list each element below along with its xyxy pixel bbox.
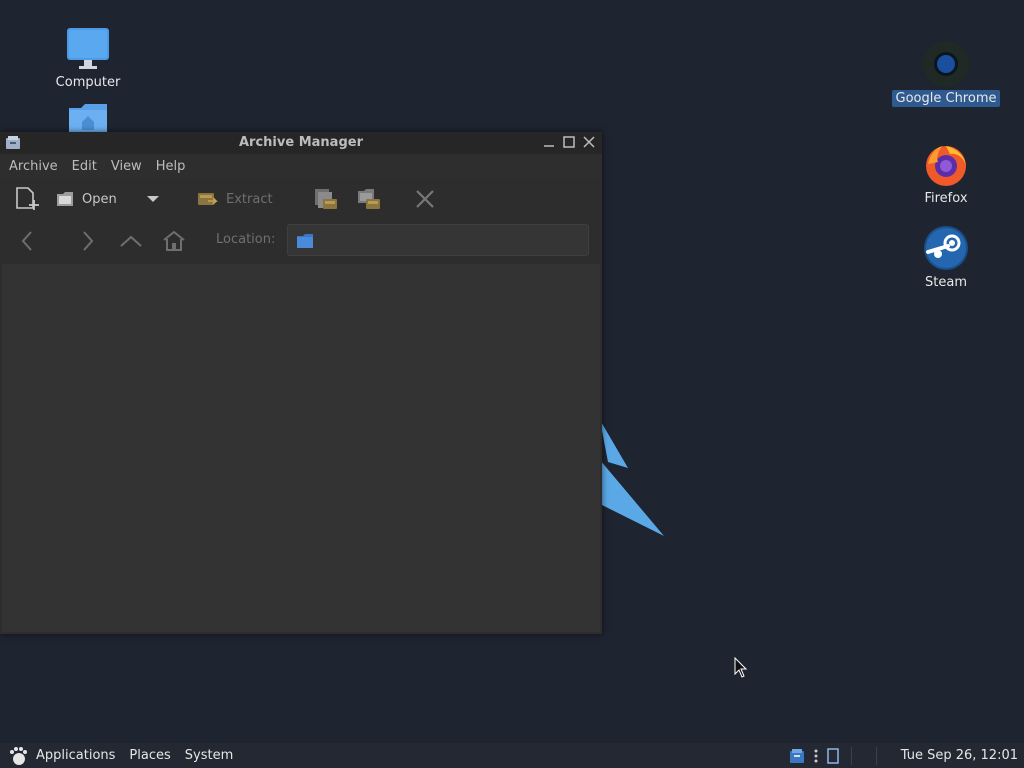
location-input[interactable] [287,224,589,256]
archive-file-list[interactable] [2,264,600,632]
stop-button[interactable] [414,188,436,210]
places-menu[interactable]: Places [129,748,170,763]
desktop-icon-home-folder[interactable] [33,102,143,132]
add-folder-button[interactable] [356,187,382,211]
add-files-icon [315,189,337,209]
desktop-icon-firefox[interactable]: Firefox [891,140,1001,207]
gnome-foot-icon [10,746,27,765]
menu-view[interactable]: View [104,159,149,174]
workspace-switcher[interactable] [827,747,839,764]
desktop-icon-computer[interactable]: Computer [33,24,143,91]
desktop-icon-label: Google Chrome [891,90,1001,107]
desktop-icon-chrome[interactable]: Google Chrome [891,40,1001,107]
home-folder-icon [64,102,112,132]
maximize-button[interactable] [562,134,576,150]
applications-menu-button[interactable]: Applications [8,746,121,766]
firefox-icon [922,140,970,188]
window-title: Archive Manager [239,135,363,150]
panel-handle[interactable] [813,748,819,764]
panel-separator [850,746,852,765]
applications-menu-label: Applications [36,748,116,763]
new-archive-icon [16,187,39,210]
new-archive-button[interactable] [14,186,40,212]
up-button[interactable] [119,229,143,253]
steam-icon [922,224,970,272]
close-icon [583,136,595,148]
menu-help[interactable]: Help [149,159,193,174]
desktop-icon-label: Firefox [924,191,968,206]
location-bar: Location: [0,220,602,262]
computer-icon [64,24,112,72]
toolbar: Open Extract [0,178,602,220]
maximize-icon [563,136,575,148]
minimize-icon [544,145,554,147]
desktop: Computer Google Chrome Firefox Steam Arc… [0,0,1024,768]
stop-icon [416,190,434,208]
add-files-button[interactable] [313,187,339,211]
menu-edit[interactable]: Edit [65,159,104,174]
folder-icon [296,234,314,252]
mouse-pointer-icon [734,657,748,678]
extract-label: Extract [226,191,273,207]
desktop-icon-steam[interactable]: Steam [891,224,1001,291]
home-button[interactable] [162,229,186,253]
bottom-panel: Applications Places System Tue Sep 26, 1… [0,743,1024,768]
open-dropdown-button[interactable] [146,192,160,206]
extract-button[interactable]: Extract [196,189,273,209]
minimize-button[interactable] [542,134,556,150]
window-titlebar[interactable]: Archive Manager [0,132,602,154]
home-icon [163,230,185,251]
forward-button[interactable] [76,229,100,253]
workspace-icon [827,747,839,764]
archive-manager-window: Archive Manager Archive Edit View Help O… [0,132,602,634]
archive-manager-tray-icon[interactable] [789,748,805,764]
back-button[interactable] [15,229,39,253]
open-label: Open [82,191,117,207]
desktop-icon-label: Computer [55,75,121,90]
menu-archive[interactable]: Archive [2,159,65,174]
system-menu[interactable]: System [185,748,233,763]
chevron-right-icon [83,231,94,251]
chrome-icon [922,40,970,88]
archive-icon [789,748,804,763]
desktop-icon-label: Steam [925,275,967,290]
chevron-left-icon [21,231,32,251]
open-folder-icon [57,192,73,206]
chevron-up-icon [120,235,142,247]
menubar: Archive Edit View Help [0,154,602,178]
location-label: Location: [216,232,276,247]
wallpaper-logo-shape [600,420,664,536]
chevron-down-icon [147,196,159,202]
handle-dots-icon [814,749,818,762]
clock[interactable]: Tue Sep 26, 12:01 [901,748,1018,763]
close-button[interactable] [582,134,596,150]
open-button[interactable]: Open [56,190,117,208]
panel-separator [875,746,877,765]
add-folder-icon [358,189,380,209]
extract-icon [198,193,218,205]
